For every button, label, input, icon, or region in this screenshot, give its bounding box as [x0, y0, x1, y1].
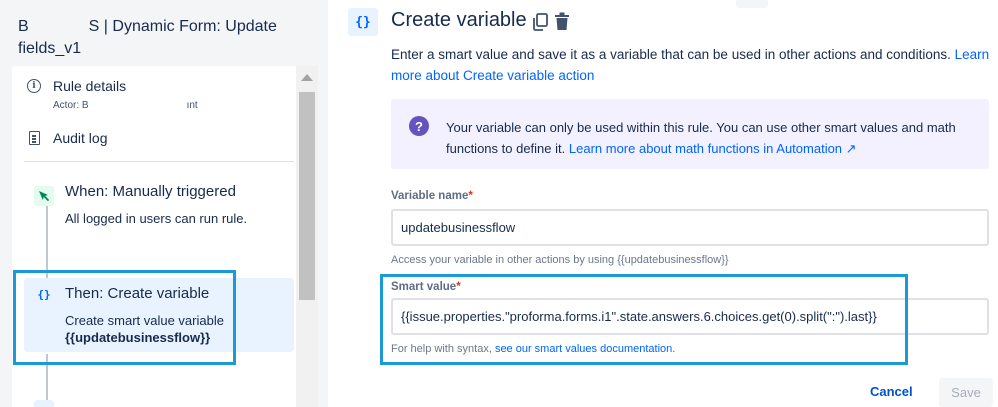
cancel-button[interactable]: Cancel — [870, 384, 913, 399]
document-icon — [26, 130, 42, 146]
rule-title: BS | Dynamic Form: Update fields_v1 — [18, 16, 308, 60]
rule-details-label: Rule details — [53, 78, 127, 94]
info-notice: ? Your variable can only be used within … — [391, 99, 989, 169]
save-button[interactable]: Save — [939, 378, 993, 407]
rule-title-prefix: B — [18, 18, 29, 35]
scroll-up-arrow-icon[interactable] — [301, 74, 313, 81]
info-icon: i — [26, 78, 42, 94]
actor-name: Actor: B — [53, 100, 89, 111]
actor-tail: ınt — [186, 100, 198, 111]
required-mark: * — [468, 190, 473, 202]
audit-log-item[interactable]: Audit log — [26, 128, 107, 148]
trigger-step[interactable]: When: Manually triggered All logged in u… — [24, 180, 294, 240]
panel-handle — [736, 0, 768, 8]
panel-title: Create variable — [391, 9, 527, 31]
divider — [24, 161, 294, 162]
audit-log-label: Audit log — [53, 130, 108, 146]
variable-name-label-text: Variable name — [391, 190, 469, 202]
trash-icon[interactable] — [554, 12, 570, 31]
notice-text: Your variable can only be used within th… — [446, 117, 976, 159]
scrollbar-thumb[interactable] — [299, 92, 315, 300]
rule-details-item[interactable]: i Rule details Actor: B ınt — [26, 76, 198, 114]
variable-name-input[interactable]: updatebusinessflow — [391, 209, 989, 246]
trigger-description: All logged in users can run rule. — [65, 211, 248, 226]
math-functions-link[interactable]: Learn more about math functions in Autom… — [569, 141, 857, 156]
intro-text: Enter a smart value and save it as a var… — [391, 44, 995, 86]
actor-text: Actor: B ınt — [53, 98, 198, 114]
highlight-frame-smart-value — [380, 274, 908, 365]
braces-icon: {} — [348, 8, 378, 36]
variable-name-helper: Access your variable in other actions by… — [391, 254, 729, 266]
intro-description: Enter a smart value and save it as a var… — [391, 47, 951, 62]
copy-icon[interactable] — [532, 13, 548, 31]
variable-name-label: Variable name* — [391, 190, 473, 202]
question-icon: ? — [409, 116, 429, 136]
highlight-frame-step — [13, 270, 236, 365]
cursor-click-icon — [34, 186, 54, 206]
redacted-text — [28, 16, 89, 34]
next-step-icon — [34, 400, 54, 407]
trigger-title: When: Manually triggered — [65, 183, 236, 200]
